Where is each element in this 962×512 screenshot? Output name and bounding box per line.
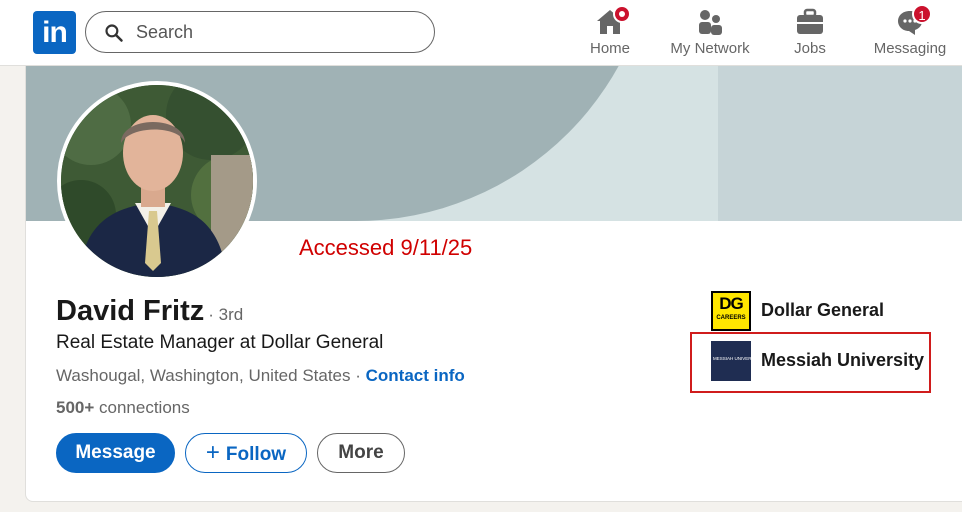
- profile-photo[interactable]: [57, 81, 257, 281]
- dollar-general-logo: DG CAREERS: [711, 291, 751, 331]
- home-notification-dot: [613, 5, 631, 23]
- profile-location-row: Washougal, Washington, United States · C…: [56, 366, 465, 386]
- profile-location: Washougal, Washington, United States: [56, 366, 351, 385]
- org-dollar-general[interactable]: DG CAREERS Dollar General: [711, 291, 911, 331]
- connection-degree: · 3rd: [208, 305, 244, 324]
- dollar-general-logo-text: DG: [719, 294, 744, 313]
- org-name: Dollar General: [761, 300, 885, 320]
- linkedin-logo-text: in: [42, 16, 68, 49]
- connections-count[interactable]: 500+ connections: [56, 398, 190, 418]
- message-button[interactable]: Message: [56, 433, 175, 473]
- plus-icon: +: [205, 439, 220, 466]
- connections-number: 500+: [56, 398, 95, 417]
- banner-strip: [718, 66, 962, 221]
- nav-my-network[interactable]: My Network: [665, 0, 755, 66]
- search-input[interactable]: [136, 20, 416, 44]
- profile-photo-image: [61, 85, 253, 277]
- more-button[interactable]: More: [317, 433, 405, 473]
- follow-button[interactable]: + Follow: [185, 433, 307, 473]
- profile-name-text: David Fritz: [56, 295, 205, 327]
- nav-my-network-label: My Network: [670, 40, 750, 57]
- top-nav: in Home My Network Jobs: [0, 0, 962, 66]
- nav-messaging-label: Messaging: [873, 40, 947, 57]
- nav-jobs[interactable]: Jobs: [780, 0, 840, 66]
- messaging-badge: 1: [912, 4, 932, 24]
- nav-home[interactable]: Home: [575, 0, 645, 66]
- network-icon: [699, 10, 722, 35]
- location-separator: ·: [350, 366, 366, 385]
- profile-card: Accessed 9/11/25 David Fritz · 3rd Real E…: [25, 66, 962, 502]
- nav-messaging[interactable]: 1 Messaging: [870, 0, 950, 66]
- profile-headline: Real Estate Manager at Dollar General: [56, 332, 384, 353]
- dollar-general-logo-sub: CAREERS: [716, 315, 746, 321]
- linkedin-logo[interactable]: in: [33, 11, 76, 54]
- annotation-highlight-box: [690, 332, 931, 393]
- follow-button-label: Follow: [225, 444, 287, 465]
- nav-jobs-label: Jobs: [794, 40, 826, 57]
- nav-home-label: Home: [589, 40, 630, 57]
- search-bar[interactable]: [85, 11, 435, 53]
- connections-label: connections: [94, 398, 190, 417]
- briefcase-icon: [797, 8, 823, 34]
- search-icon: [105, 24, 123, 42]
- accessed-annotation: Accessed 9/11/25: [299, 235, 473, 260]
- profile-name: David Fritz · 3rd: [56, 295, 243, 328]
- contact-info-link[interactable]: Contact info: [366, 366, 465, 385]
